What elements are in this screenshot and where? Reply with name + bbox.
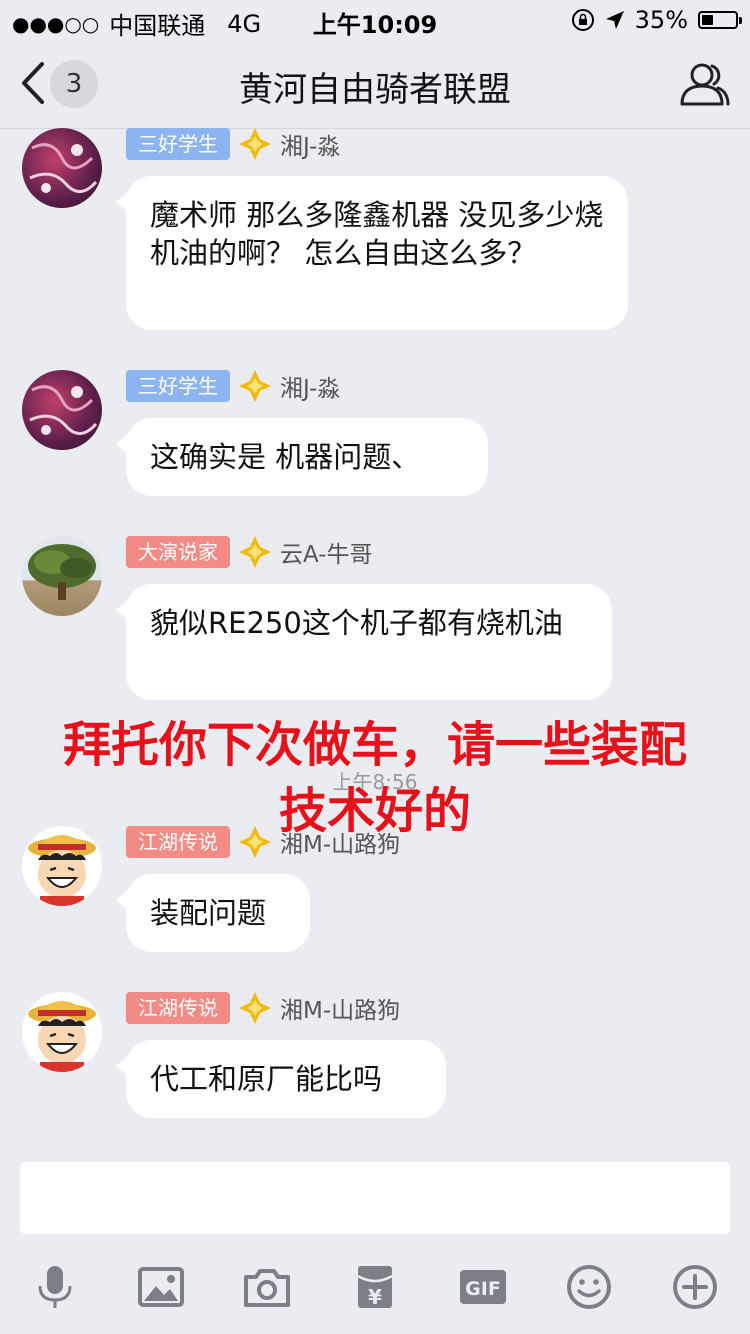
battery-level (702, 15, 713, 25)
status-bar: ●●●○○ 中国联通 4G 上午10:09 35% (0, 0, 750, 40)
diamond-level-icon (239, 536, 271, 568)
message-bubble[interactable]: 代工和原厂能比吗 (116, 1040, 446, 1118)
microphone-icon[interactable] (30, 1262, 80, 1312)
message-bubble[interactable]: 装配问题 (116, 874, 310, 952)
group-members-icon[interactable] (678, 60, 730, 108)
rotation-lock-icon (571, 9, 594, 31)
input-toolbar: ¥ GIF (0, 1252, 750, 1322)
gif-icon[interactable]: GIF (458, 1262, 508, 1312)
sender-name[interactable]: 湘J-淼 (280, 369, 340, 403)
diamond-level-icon (239, 128, 271, 160)
avatar[interactable] (22, 128, 102, 208)
red-packet-label: ¥ (368, 1285, 382, 1309)
avatar-pattern (29, 143, 98, 193)
red-packet-icon[interactable]: ¥ (350, 1262, 400, 1312)
avatar-pattern (29, 385, 98, 435)
avatar[interactable] (22, 536, 102, 616)
overlay-caption: 拜托你下次做车，请一些装配技术好的 (62, 717, 687, 839)
sender-name[interactable]: 湘J-淼 (280, 127, 340, 161)
cartoon-face-picture (28, 1001, 96, 1072)
page-title: 黄河自由骑者联盟 (239, 70, 511, 110)
member-title-badge: 江湖传说 (126, 992, 230, 1024)
diamond-level-icon (239, 992, 271, 1024)
avatar[interactable] (22, 370, 102, 450)
message-meta: 江湖传说 湘M-山路狗 (126, 992, 400, 1024)
message-meta: 大演说家 云A-牛哥 (126, 536, 373, 568)
member-title-badge: 三好学生 (126, 370, 230, 402)
message-bubble[interactable]: 魔术师 那么多隆鑫机器 没见多少烧机油的啊？ 怎么自由这么多？ (116, 176, 628, 330)
location-arrow-icon (605, 11, 624, 29)
message-meta: 三好学生 湘J-淼 (126, 370, 340, 402)
camera-icon[interactable] (242, 1262, 292, 1312)
message-bubble[interactable]: 貌似RE250这个机子都有烧机油 (116, 584, 612, 700)
diamond-level-icon (239, 370, 271, 402)
member-title-badge: 三好学生 (126, 128, 230, 160)
battery-icon (698, 11, 742, 29)
sender-name[interactable]: 湘M-山路狗 (280, 991, 400, 1025)
nav-bar: 3 黄河自由骑者联盟 (0, 40, 750, 129)
image-icon[interactable] (136, 1262, 186, 1312)
avatar[interactable] (22, 992, 102, 1072)
plus-icon[interactable] (670, 1262, 720, 1312)
member-title-badge: 大演说家 (126, 536, 230, 568)
tree-picture (28, 544, 96, 600)
message-input[interactable] (20, 1162, 730, 1234)
sender-name[interactable]: 云A-牛哥 (280, 535, 373, 569)
message-meta: 三好学生 湘J-淼 (126, 128, 340, 160)
emoji-icon[interactable] (564, 1262, 614, 1312)
battery-percent: 35% (634, 6, 688, 34)
chat-screen: ●●●○○ 中国联通 4G 上午10:09 35% 3 黄河自由骑者联盟 三好学… (0, 0, 750, 1334)
status-right: 35% (561, 6, 742, 34)
message-bubble[interactable]: 这确实是 机器问题、 (116, 418, 488, 496)
gif-label: GIF (465, 1278, 501, 1300)
